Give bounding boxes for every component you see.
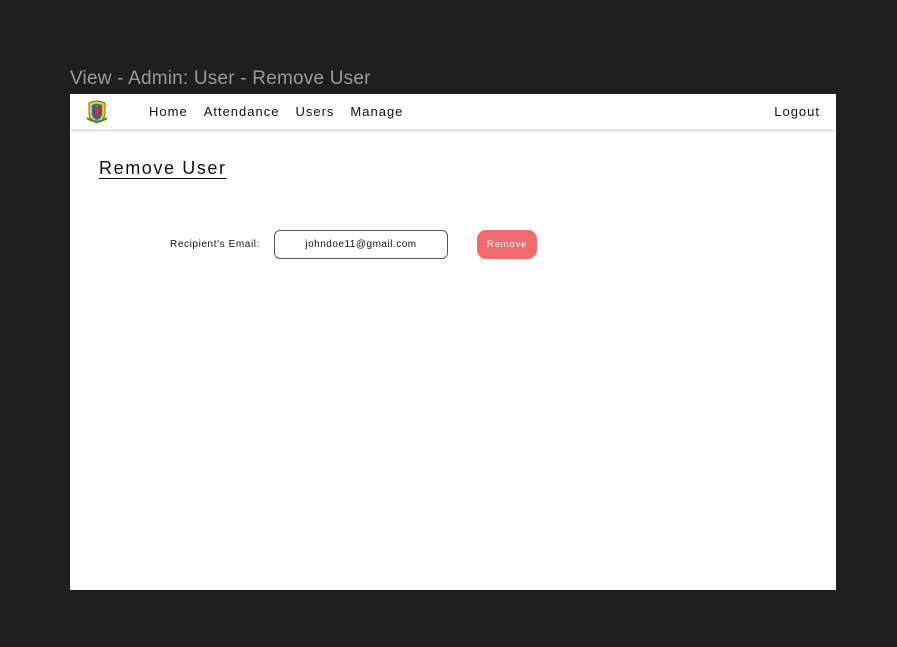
recipient-email-input[interactable] [274, 230, 448, 259]
nav-item-users[interactable]: Users [295, 104, 334, 119]
email-label: Recipient's Email: [170, 239, 260, 250]
nav-item-attendance[interactable]: Attendance [204, 104, 280, 119]
nav-links: Home Attendance Users Manage [149, 104, 403, 119]
nav-item-manage[interactable]: Manage [350, 104, 403, 119]
nav-item-home[interactable]: Home [149, 104, 188, 119]
frame-title: View - Admin: User - Remove User [70, 68, 371, 89]
app-frame: Home Attendance Users Manage Logout Remo… [70, 94, 836, 590]
remove-button[interactable]: Remove [477, 230, 537, 259]
page-title: Remove User [99, 158, 227, 178]
crest-logo-icon[interactable] [85, 99, 109, 124]
top-navbar: Home Attendance Users Manage Logout [70, 94, 836, 129]
logout-link[interactable]: Logout [774, 104, 820, 119]
